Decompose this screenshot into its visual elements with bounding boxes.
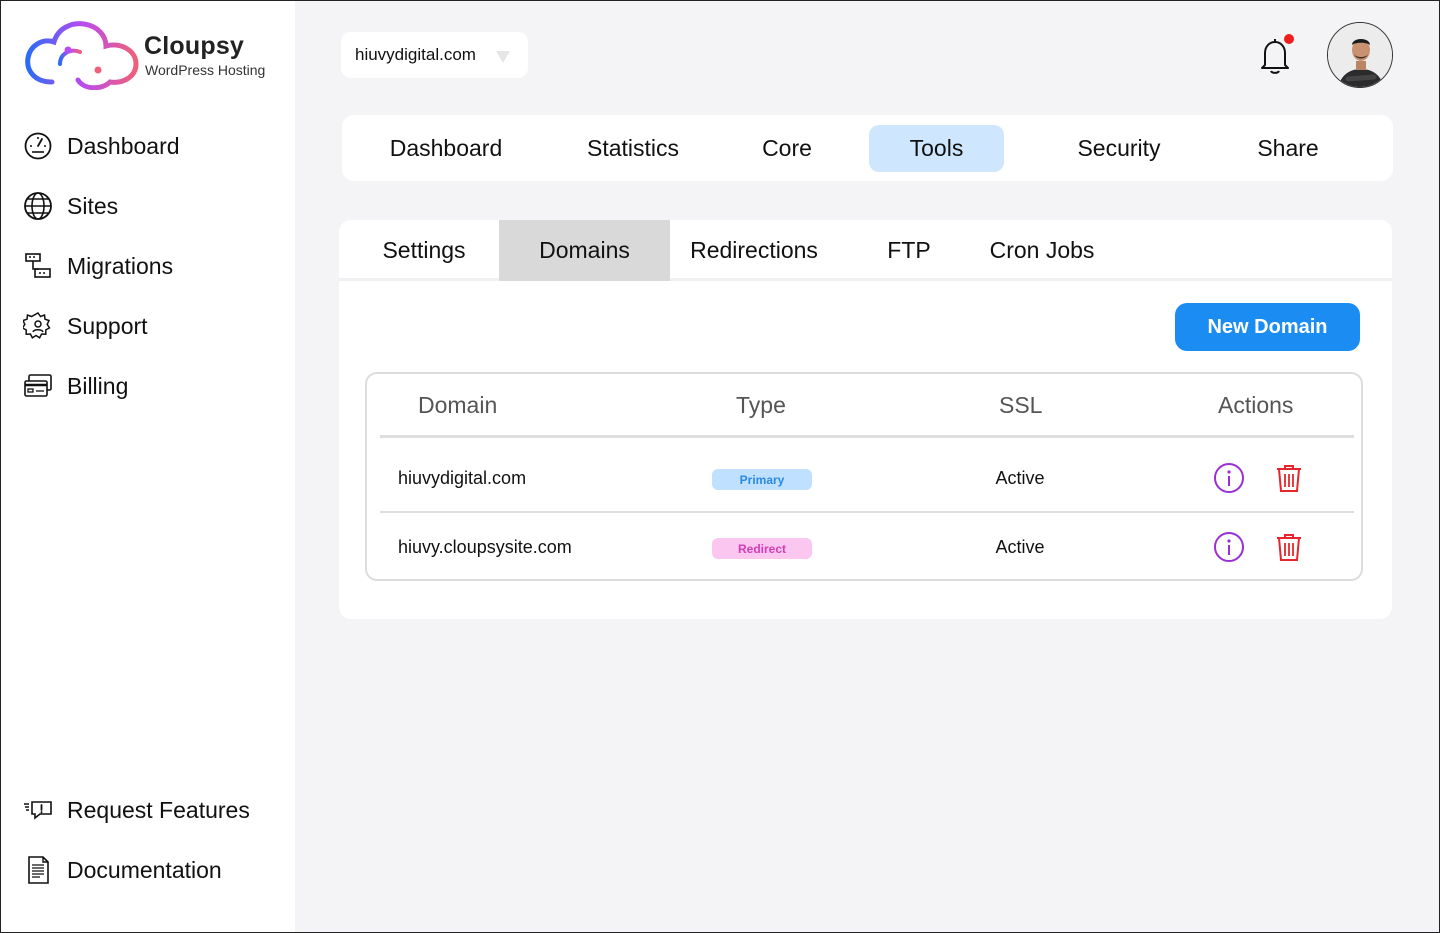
sidebar-item-label: Sites (67, 192, 119, 219)
user-avatar[interactable] (1327, 22, 1393, 88)
brand-tagline: WordPress Hosting (145, 62, 266, 78)
tab-security[interactable]: Security (1044, 125, 1194, 172)
notifications-button[interactable] (1256, 34, 1294, 76)
sidebar-item-request-features[interactable]: Request Features (22, 793, 282, 827)
tab-statistics[interactable]: Statistics (558, 125, 708, 172)
globe-icon (22, 190, 54, 222)
site-selector-value: hiuvydigital.com (355, 45, 476, 64)
sidebar-item-dashboard[interactable]: Dashboard (22, 129, 282, 163)
tab-dashboard[interactable]: Dashboard (366, 125, 526, 172)
table-row: hiuvy.cloupsysite.com Redirect Active (367, 511, 1363, 581)
trash-icon[interactable] (1273, 531, 1305, 563)
sidebar-item-label: Billing (67, 372, 129, 399)
cloud-logo-icon (25, 21, 139, 90)
column-header-domain: Domain (418, 392, 498, 418)
header-divider (380, 435, 1354, 438)
caret-down-icon (496, 50, 510, 68)
subtab-settings[interactable]: Settings (359, 220, 489, 281)
main-tabs: Dashboard Statistics Core Tools Security… (342, 115, 1393, 181)
ssl-status: Active (995, 537, 1045, 557)
domain-cell: hiuvydigital.com (398, 468, 527, 488)
sidebar-item-label: Migrations (67, 252, 174, 279)
credit-card-icon (22, 370, 54, 402)
domains-table: Domain Type SSL Actions hiuvydigital.com… (365, 372, 1363, 581)
type-badge-redirect: Redirect (712, 538, 812, 559)
domain-cell: hiuvy.cloupsysite.com (398, 537, 572, 557)
site-selector[interactable]: hiuvydigital.com (341, 32, 528, 78)
migration-icon (22, 250, 54, 282)
subtab-ftp[interactable]: FTP (869, 220, 949, 281)
document-icon (22, 854, 54, 886)
sidebar-item-sites[interactable]: Sites (22, 189, 282, 223)
column-header-actions: Actions (1218, 392, 1294, 418)
sidebar-item-billing[interactable]: Billing (22, 369, 282, 403)
column-header-type: Type (736, 392, 786, 418)
tab-share[interactable]: Share (1238, 125, 1338, 172)
speedometer-icon (22, 130, 54, 162)
feature-request-icon (22, 794, 54, 826)
column-header-ssl: SSL (999, 392, 1043, 418)
sidebar-item-label: Support (67, 312, 148, 339)
subtab-redirections[interactable]: Redirections (679, 220, 829, 281)
sidebar-item-support[interactable]: Support (22, 309, 282, 343)
sidebar-item-label: Documentation (67, 856, 222, 883)
subtab-domains[interactable]: Domains (499, 220, 670, 281)
subtab-cron-jobs[interactable]: Cron Jobs (979, 220, 1105, 281)
tab-core[interactable]: Core (737, 125, 837, 172)
new-domain-button[interactable]: New Domain (1175, 303, 1360, 351)
sidebar-item-migrations[interactable]: Migrations (22, 249, 282, 283)
sidebar-item-label: Dashboard (67, 132, 180, 159)
brand-logo[interactable]: Cloupsy WordPress Hosting (24, 20, 284, 90)
ssl-status: Active (995, 468, 1045, 488)
info-icon[interactable] (1213, 531, 1245, 563)
support-gear-icon (22, 310, 54, 342)
sidebar: Cloupsy WordPress Hosting Dashboard Site… (0, 0, 295, 933)
sub-tabs: Settings Domains Redirections FTP Cron J… (339, 220, 1392, 281)
domains-card: Settings Domains Redirections FTP Cron J… (339, 220, 1392, 619)
tab-tools[interactable]: Tools (869, 125, 1004, 172)
notification-dot (1284, 34, 1294, 44)
sidebar-item-documentation[interactable]: Documentation (22, 853, 282, 887)
user-avatar-icon (1328, 23, 1392, 87)
type-badge-primary: Primary (712, 469, 812, 490)
table-row: hiuvydigital.com Primary Active (367, 442, 1363, 512)
trash-icon[interactable] (1273, 462, 1305, 494)
info-icon[interactable] (1213, 462, 1245, 494)
sidebar-item-label: Request Features (67, 796, 250, 823)
brand-name: Cloupsy (144, 32, 245, 60)
